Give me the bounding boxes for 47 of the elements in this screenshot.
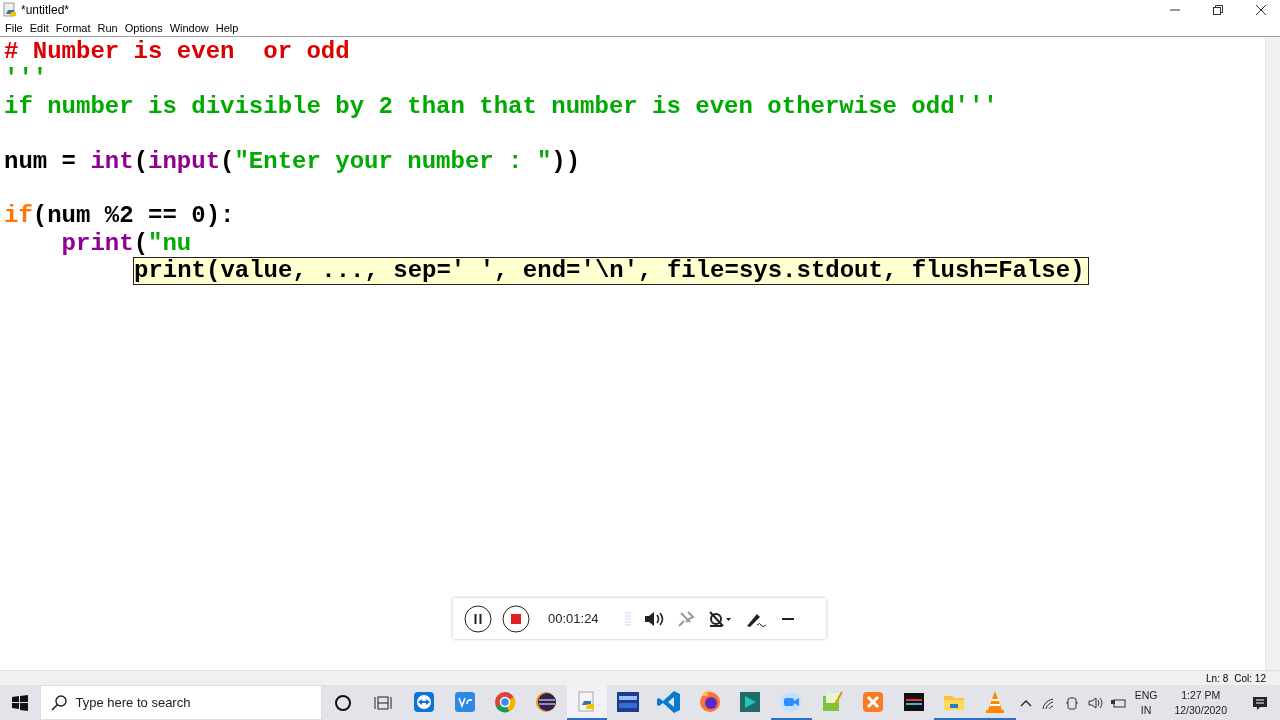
menu-item[interactable]: File (3, 21, 28, 34)
start-icon (11, 694, 28, 711)
pause-icon (464, 604, 492, 633)
audio-level-meter (624, 611, 631, 626)
scrollbar[interactable] (1265, 37, 1280, 670)
notifications-icon (1252, 694, 1268, 711)
pause-button[interactable] (464, 604, 492, 633)
calltip: print(value, ..., sep=' ', end='\n', file=sys.stdout, flush=False) (133, 257, 1089, 285)
device-icon (1063, 694, 1080, 711)
recording-timer: 00:01:24 (548, 611, 599, 626)
search-field[interactable]: Type here to search (39, 685, 323, 720)
code-line: if number is divisible by 2 than that number is even otherwise odd''' (4, 92, 998, 121)
region-indicator[interactable]: IN (1140, 702, 1152, 718)
code-line: ''' (4, 65, 48, 93)
code-line: if(num %2 == 0): (4, 202, 235, 230)
close-icon (1255, 4, 1266, 15)
menu-item[interactable]: Window (167, 21, 214, 34)
webcam-off-icon (707, 609, 732, 628)
cortana-icon (333, 693, 352, 712)
clock-time[interactable]: 1:27 PM (1181, 687, 1221, 703)
language-indicator[interactable]: ENG (1134, 687, 1158, 703)
restore-icon (1212, 4, 1223, 15)
speaker-button[interactable] (643, 609, 664, 628)
pin-off-button[interactable] (676, 609, 695, 628)
code-line: # Number is even or odd (4, 38, 350, 66)
menu-item[interactable]: Run (95, 21, 123, 34)
speaker-icon (643, 609, 664, 628)
task-view-icon (374, 693, 393, 712)
menu-item[interactable]: Options (122, 21, 168, 34)
window-title: *untitled* (21, 2, 70, 17)
minimize-icon (781, 617, 794, 620)
search-icon (50, 694, 67, 711)
stop-icon (502, 604, 530, 633)
code-line: num = int(input("Enter your number : ")) (4, 147, 581, 175)
clock-date[interactable]: 12/30/2020 (1174, 702, 1227, 718)
pin-off-icon (676, 609, 695, 628)
menu-item[interactable]: Help (213, 21, 244, 34)
webcam-off-button[interactable] (707, 609, 732, 628)
python-file-icon (3, 2, 17, 17)
search-placeholder: Type here to search (75, 695, 191, 710)
code-line: print("nu (60, 229, 192, 258)
line-number: Ln: 8 (1206, 672, 1229, 684)
stop-button[interactable] (502, 604, 530, 633)
menu-item[interactable]: Format (53, 21, 96, 34)
menu-item[interactable]: Edit (27, 21, 54, 34)
volume-icon (1086, 694, 1103, 711)
column-number: Col: 12 (1234, 672, 1266, 684)
